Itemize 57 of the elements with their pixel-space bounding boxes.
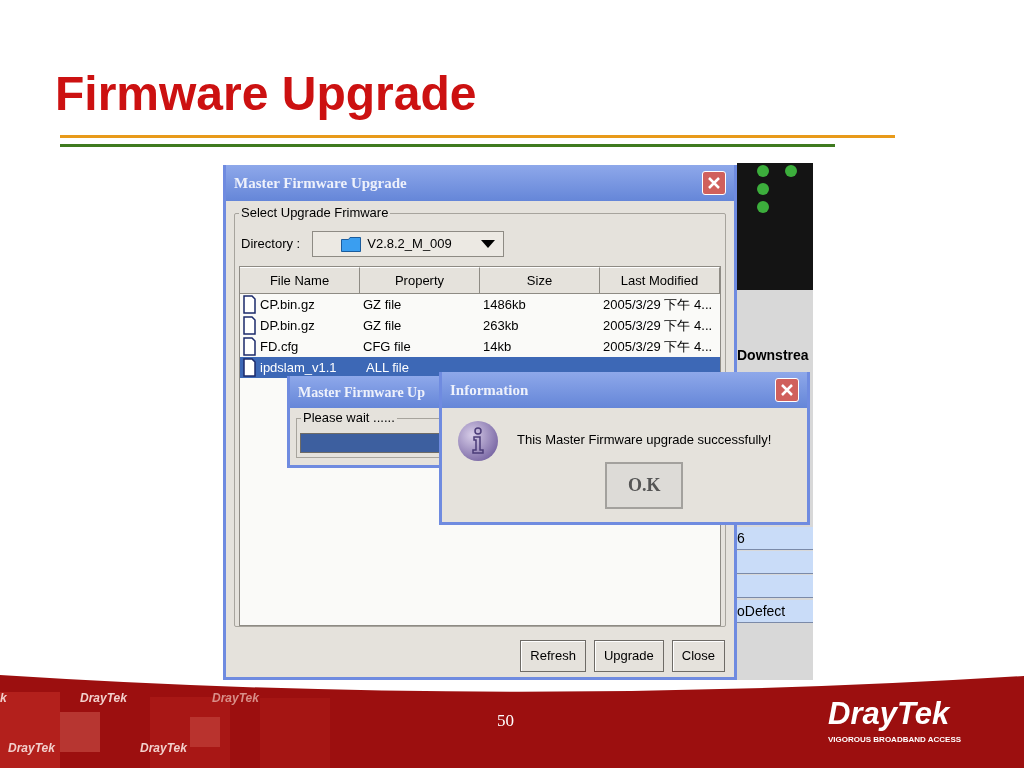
close-icon — [707, 176, 721, 190]
status-light-icon — [757, 165, 769, 177]
window-title: Information — [450, 380, 529, 400]
table-cell-text: CP.bin.gz — [260, 295, 315, 314]
table-cell: oDefect — [737, 600, 813, 623]
brand-tagline: VIGOROUS BROADBAND ACCESS — [828, 736, 962, 744]
status-light-icon — [757, 183, 769, 195]
footer-pattern-label: DrayTek — [212, 692, 259, 704]
file-icon — [243, 358, 256, 377]
table-cell-text: ALL file — [366, 358, 409, 377]
status-light-icon — [757, 201, 769, 213]
caret-icon — [481, 240, 496, 248]
column-header[interactable]: File Name — [240, 267, 360, 294]
window-title: Master Firmware Up — [298, 383, 425, 402]
group-label: Select Upgrade Frimware — [239, 205, 391, 221]
dropdown-value: V2.8.2_M_009 — [367, 235, 453, 254]
table-cell-text: 2005/3/29 下午 4... — [603, 316, 713, 335]
info-icon — [457, 420, 499, 462]
footer-pattern-label: DrayTek — [140, 742, 187, 754]
table-cell-text: 1486kb — [483, 295, 526, 314]
dialog-button[interactable]: Upgrade — [593, 640, 664, 672]
file-icon — [243, 316, 256, 335]
table-cell: 6 — [737, 527, 813, 550]
dialog-button[interactable]: Refresh — [520, 640, 586, 672]
footer-pattern-label: DrayTek — [80, 692, 127, 704]
table-cell-text: ipdslam_v1.1 — [260, 358, 337, 377]
column-header: Downstrea — [737, 348, 809, 362]
table-cell-text: 2005/3/29 下午 4... — [603, 295, 713, 314]
window-title: Master Firmware Upgrade — [234, 173, 407, 193]
footer-pattern-label: DrayTek — [8, 742, 55, 754]
field-label: Directory : — [241, 235, 301, 254]
file-icon — [243, 295, 256, 314]
table-cell-text: 263kb — [483, 316, 519, 335]
page-number: 50 — [497, 712, 514, 729]
column-header[interactable]: Size — [480, 267, 600, 294]
file-icon — [243, 337, 256, 356]
status-light-icon — [785, 165, 797, 177]
dialog-message: This Master Firmware upgrade successfully! — [517, 431, 772, 449]
folder-icon — [341, 236, 362, 252]
column-header[interactable]: Last Modified — [600, 267, 720, 294]
column-header[interactable]: Property — [360, 267, 480, 294]
brand-logo: DrayTek — [828, 698, 950, 729]
table-cell-text: FD.cfg — [260, 337, 299, 356]
directory-dropdown[interactable]: V2.8.2_M_009 — [312, 231, 505, 257]
table-cell-text: 2005/3/29 下午 4... — [603, 337, 713, 356]
table-cell-text: CFG file — [363, 337, 411, 356]
table-cell-text: GZ file — [363, 295, 402, 314]
close-button[interactable] — [775, 378, 799, 402]
dialog-button[interactable]: Close — [671, 640, 725, 672]
footer-pattern-label: k — [0, 692, 7, 704]
table-cell-text: DP.bin.gz — [260, 316, 315, 335]
ok-button[interactable]: O.K — [605, 461, 684, 509]
table-cell-text: 14kb — [483, 337, 512, 356]
table-cell-text: GZ file — [363, 316, 402, 335]
slide-title: Firmware Upgrade — [55, 70, 477, 118]
close-icon — [780, 383, 794, 397]
close-button[interactable] — [702, 171, 726, 195]
